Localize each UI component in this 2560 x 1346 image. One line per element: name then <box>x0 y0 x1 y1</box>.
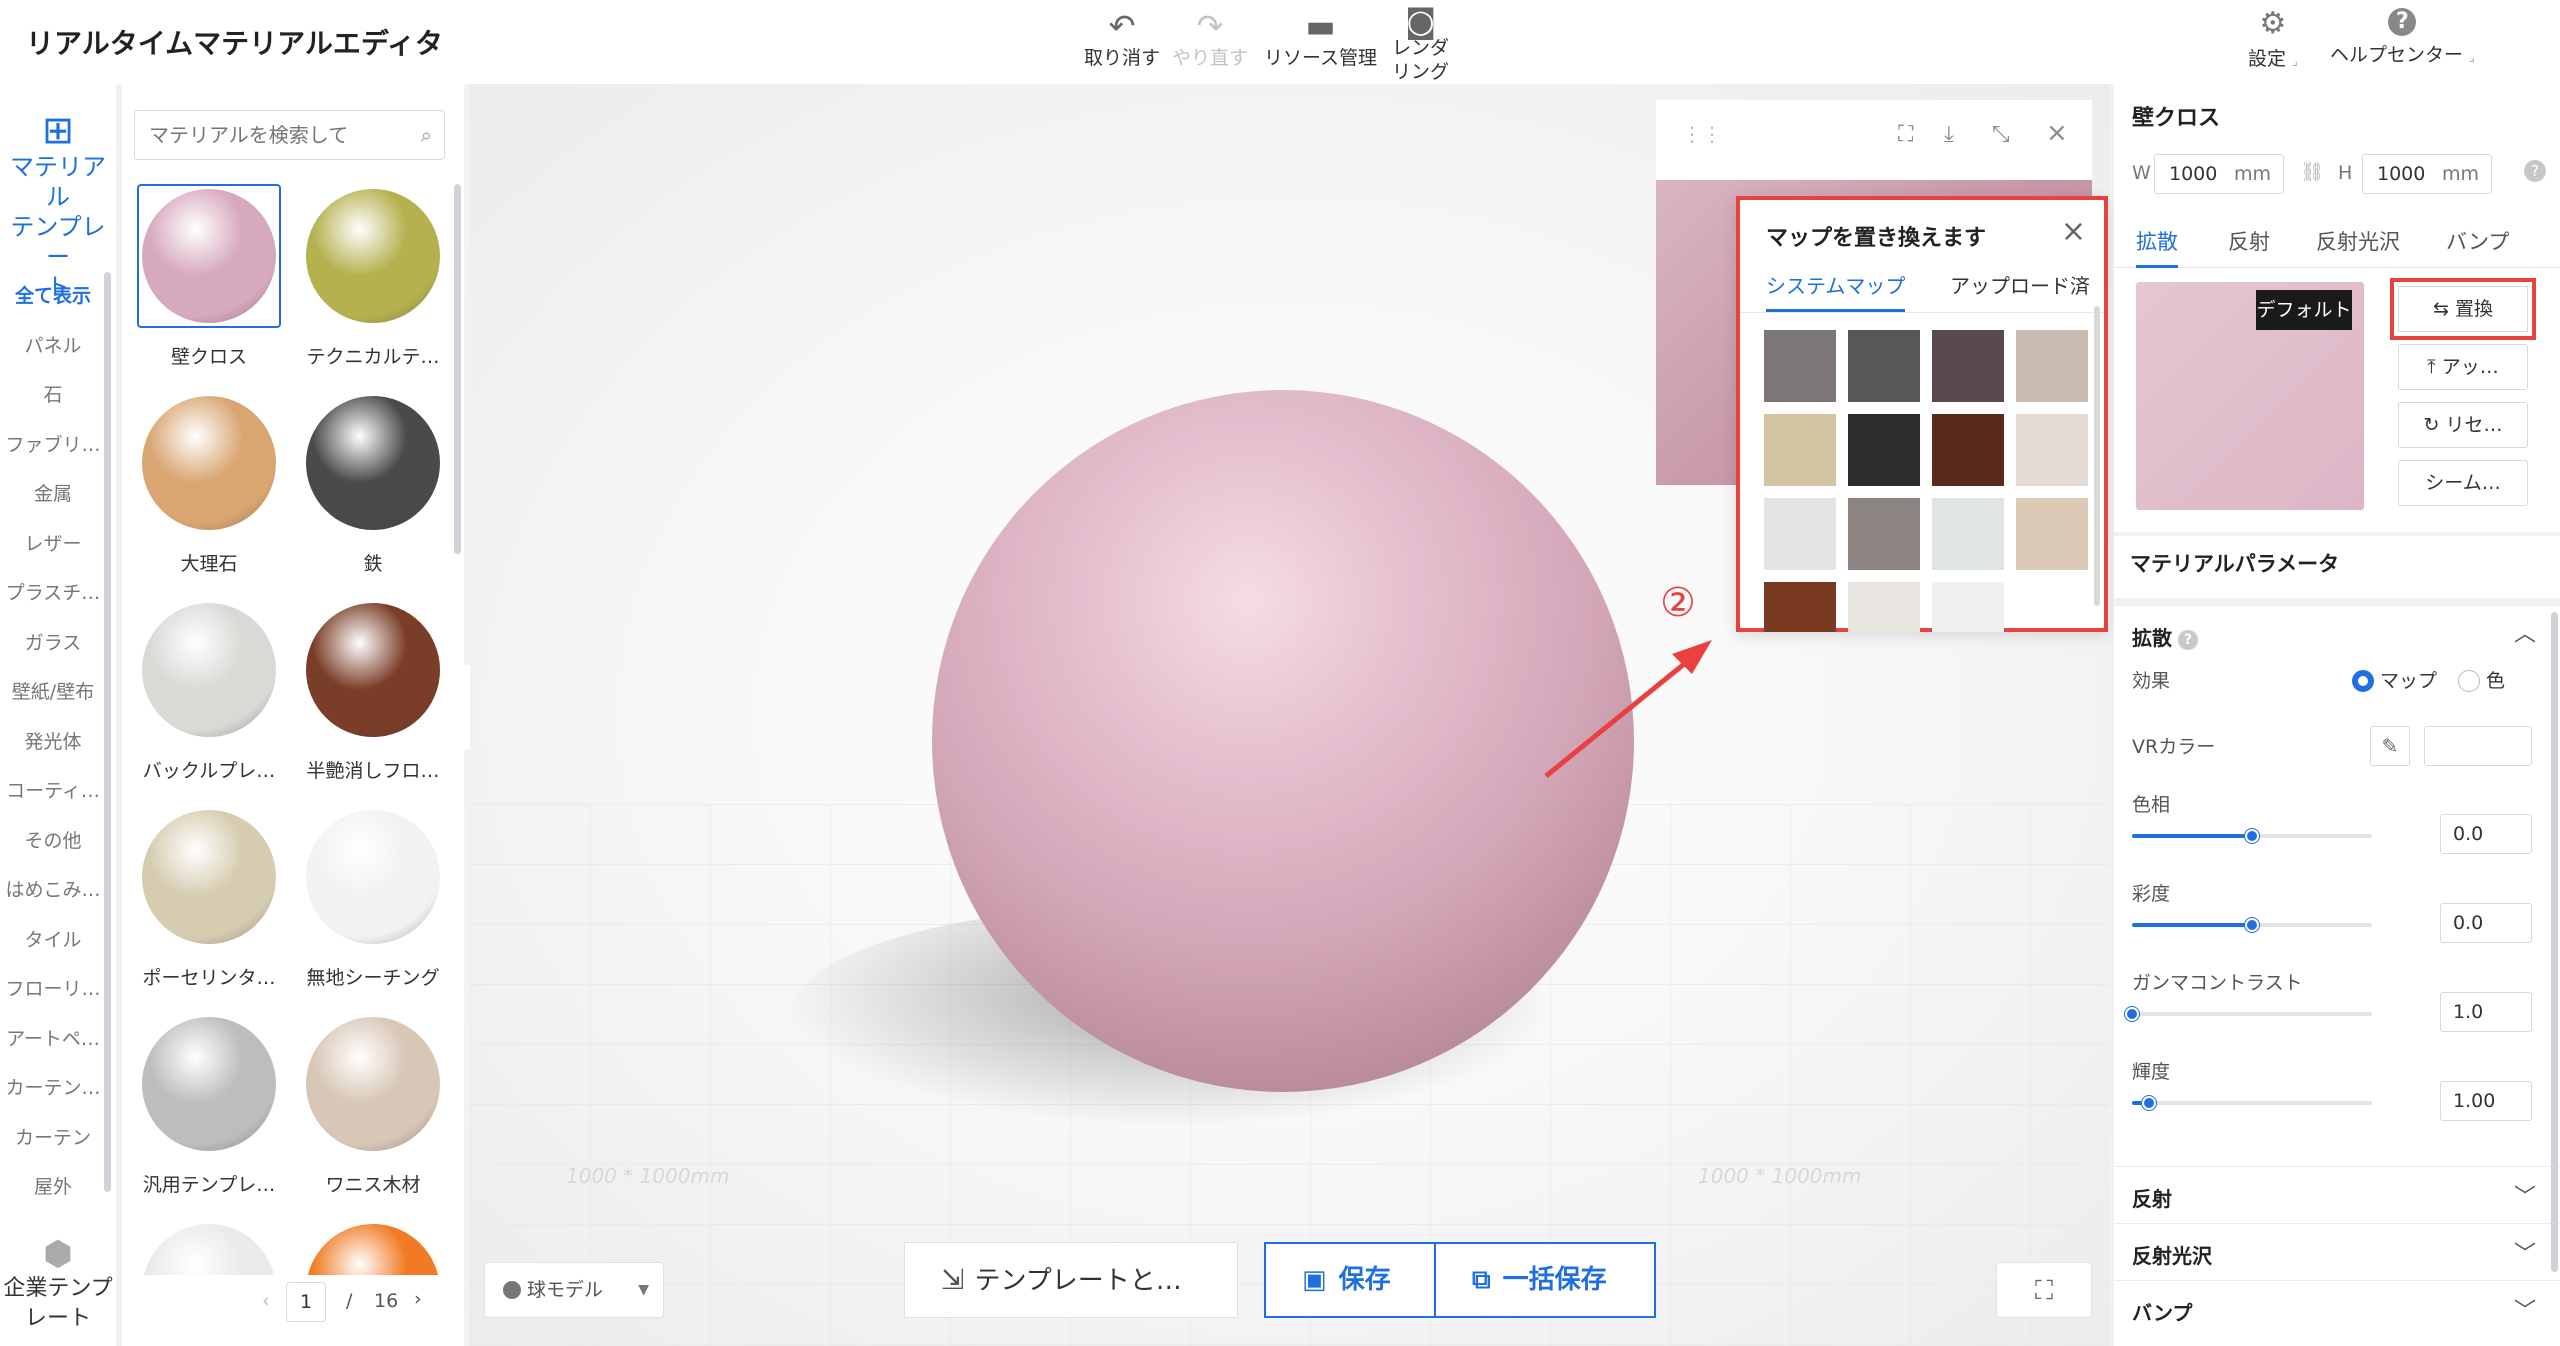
tab-bump[interactable]: バンプ <box>2446 226 2509 268</box>
tab-uploaded[interactable]: アップロード済 <box>1950 270 2090 312</box>
seamless-button[interactable]: シーム… <box>2398 460 2528 506</box>
map-swatch[interactable] <box>1764 582 1836 632</box>
map-swatch[interactable] <box>1764 414 1836 486</box>
slider-knob[interactable] <box>2245 829 2259 843</box>
material-title: 壁クロス <box>2132 106 2221 131</box>
slider-knob[interactable] <box>2245 918 2259 932</box>
download-icon[interactable]: ⤓ <box>1944 122 1954 147</box>
default-badge: デフォルト <box>2256 290 2352 330</box>
close-icon[interactable]: × <box>2061 214 2086 249</box>
collapsed-section[interactable]: バンプ ﹀ <box>2114 1280 2560 1336</box>
slider-value-input[interactable]: 0.0 <box>2440 903 2532 943</box>
params-title: マテリアルパラメータ <box>2130 552 2340 576</box>
slider-value-input[interactable]: 1.00 <box>2440 1081 2532 1121</box>
chevron-down-icon: ﹀ <box>2513 1299 2536 1324</box>
slider-label: 色相 <box>2132 794 2171 816</box>
eyedropper-icon[interactable]: ✎ <box>2370 726 2410 766</box>
map-swatch[interactable] <box>1848 330 1920 402</box>
map-swatch[interactable] <box>1932 330 2004 402</box>
slider-fill <box>2132 834 2252 838</box>
height-input[interactable]: 1000 mm <box>2362 154 2492 194</box>
minimize-icon[interactable]: ⤡ <box>1992 122 2010 147</box>
replace-button[interactable]: ⇆ 置換 <box>2398 286 2528 332</box>
slider-label: ガンマコントラスト <box>2132 972 2303 994</box>
tab-reflection-gloss[interactable]: 反射光沢 <box>2316 226 2400 268</box>
tab-diffuse[interactable]: 拡散 <box>2136 226 2178 268</box>
properties-scrollbar[interactable] <box>2551 612 2558 1272</box>
chevron-up-icon[interactable]: ︿ <box>2514 616 2536 648</box>
map-swatch[interactable] <box>1764 330 1836 402</box>
slider-track[interactable] <box>2132 829 2372 843</box>
slider-value-input[interactable]: 0.0 <box>2440 814 2532 854</box>
vr-color-label: VRカラー <box>2132 736 2216 758</box>
help-icon[interactable]: ? <box>2524 160 2546 182</box>
slider-track[interactable] <box>2125 1007 2372 1021</box>
drag-handle-icon[interactable]: ⋮⋮ <box>1682 122 1722 146</box>
help-icon[interactable]: ? <box>2178 630 2198 650</box>
effect-map-radio[interactable]: マップ <box>2352 666 2437 693</box>
map-swatch[interactable] <box>2016 498 2088 570</box>
slider-knob[interactable] <box>2125 1007 2139 1021</box>
map-swatch[interactable] <box>1932 582 2004 632</box>
collapsed-section[interactable]: 反射 ﹀ <box>2114 1166 2560 1222</box>
popup-title: マップを置き換えます <box>1766 226 1987 251</box>
refresh-icon: ↻ <box>2423 414 2440 436</box>
map-swatch[interactable] <box>1932 498 2004 570</box>
replace-map-popup: マップを置き換えます × システムマップ アップロード済 <box>1736 196 2108 632</box>
slider-fill <box>2132 923 2252 927</box>
effect-color-radio[interactable]: 色 <box>2458 666 2505 693</box>
width-input[interactable]: 1000 mm <box>2154 154 2284 194</box>
tab-system-map[interactable]: システムマップ <box>1766 270 1906 312</box>
slider-label: 輝度 <box>2132 1061 2171 1083</box>
reset-button[interactable]: ↻ リセ… <box>2398 402 2528 448</box>
slider-knob[interactable] <box>2141 1096 2156 1110</box>
vr-color-swatch[interactable] <box>2424 726 2532 766</box>
slider-label: 彩度 <box>2132 883 2171 905</box>
swap-icon: ⇆ <box>2433 298 2449 320</box>
effect-label: 効果 <box>2132 670 2171 692</box>
chevron-down-icon: ﹀ <box>2513 1242 2536 1267</box>
map-swatch[interactable] <box>2016 330 2088 402</box>
map-swatch[interactable] <box>1932 414 2004 486</box>
chevron-down-icon: ﹀ <box>2513 1185 2536 1210</box>
map-swatch[interactable] <box>1848 498 1920 570</box>
diffuse-section-header[interactable]: 拡散? <box>2132 622 2198 651</box>
section-title: 反射光沢 <box>2132 1244 2212 1268</box>
collapsed-section[interactable]: 反射光沢 ﹀ <box>2114 1223 2560 1279</box>
section-title: バンプ <box>2132 1301 2193 1325</box>
map-swatch[interactable] <box>1848 582 1920 632</box>
section-title: 反射 <box>2132 1187 2172 1211</box>
upload-button[interactable]: ⤒ アッ… <box>2398 344 2528 390</box>
popup-scrollbar[interactable] <box>2094 306 2100 606</box>
map-swatch[interactable] <box>2016 414 2088 486</box>
map-swatch[interactable] <box>1848 414 1920 486</box>
size-row: W 1000 mm ⛓ H 1000 mm ? <box>2132 154 2552 194</box>
slider-value-input[interactable]: 1.0 <box>2440 992 2532 1032</box>
tab-reflection[interactable]: 反射 <box>2228 226 2270 268</box>
properties-panel: 壁クロス W 1000 mm ⛓ H 1000 mm ? 拡散 反射 反射光沢 バン… <box>2114 84 2560 1346</box>
slider-track[interactable] <box>2132 1096 2372 1110</box>
close-icon[interactable]: × <box>2046 118 2068 148</box>
annotation-two: ② <box>1660 580 1696 626</box>
map-swatch[interactable] <box>1764 498 1836 570</box>
link-icon[interactable]: ⛓ <box>2300 160 2324 183</box>
focus-icon[interactable]: ⛶ <box>1898 122 1913 147</box>
map-type-tabs: 拡散 反射 反射光沢 バンプ <box>2114 220 2560 268</box>
upload-icon: ⤒ <box>2427 356 2436 378</box>
preview-toolbar: ⋮⋮ ⛶ ⤓ ⤡ × <box>1656 100 2092 180</box>
slider-track[interactable] <box>2132 918 2372 932</box>
